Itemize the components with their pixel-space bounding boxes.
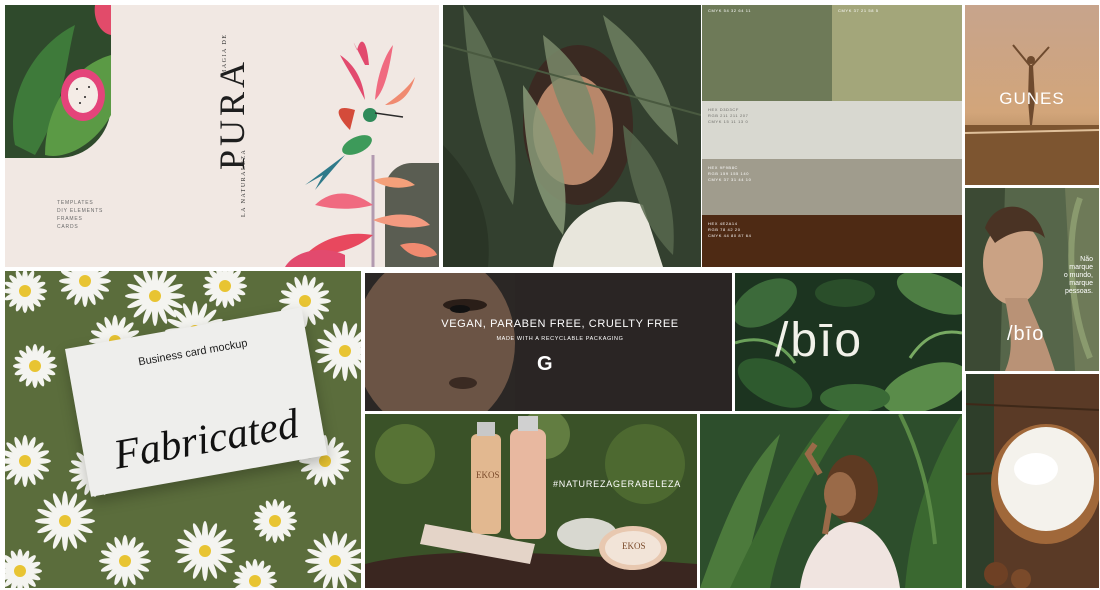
palm-portrait-image — [700, 414, 962, 588]
butter-bowl-image — [966, 374, 1099, 588]
palette-cmyk: CMYK 37 31 44 10 — [708, 177, 752, 182]
vegan-banner-tile[interactable]: VEGAN, PARABEN FREE, CRUELTY FREE MADE W… — [365, 273, 732, 411]
daisy-flower — [99, 535, 151, 587]
pura-list-item: FRAMES — [57, 216, 83, 222]
gunes-tile[interactable]: GUNES — [965, 5, 1099, 185]
pura-tile[interactable]: MAGIA DE PURA LA NATURALEZA TEMPLATES DI… — [5, 5, 439, 267]
daisy-flower — [253, 499, 297, 543]
palette-cmyk: CMYK 15 11 13 0 — [708, 119, 749, 124]
bio-logo: /bīo — [1007, 323, 1045, 345]
daisy-flower — [175, 521, 235, 581]
pura-list: TEMPLATES DIY ELEMENTS FRAMES CARDS — [57, 199, 103, 231]
daisy-flower — [203, 271, 247, 308]
pura-vertical-bottom: LA NATURALEZA — [241, 148, 247, 217]
daisy-flower — [305, 531, 361, 588]
bio-quote-line: o mundo, — [1063, 272, 1093, 279]
butter-bowl-tile[interactable] — [966, 374, 1099, 588]
bio-quote-line: pessoas. — [1064, 288, 1093, 295]
palette-swatch-brown: HEX 4E2A14 RGB 78 42 20 CMYK 44 80 87 64 — [702, 215, 962, 267]
palette-swatch-olive: CMYK 37 21 58 5 — [832, 5, 962, 101]
bio-quote-line: marque — [1069, 264, 1093, 271]
leaves-portrait-photo[interactable] — [443, 5, 701, 267]
palette-swatch-green: CMYK 54 32 64 11 — [702, 5, 832, 101]
ekos-products-tile[interactable]: #NATUREZAGERABELEZA EKOS EKOS — [365, 414, 697, 588]
pura-list-item: CARDS — [57, 224, 79, 230]
business-card-mockup-tile[interactable]: Business card mockup Fabricated — [5, 271, 361, 588]
bio-quote-line: Não — [1080, 256, 1093, 263]
vegan-headline: VEGAN, PARABEN FREE, CRUELTY FREE — [441, 318, 679, 330]
vegan-subline: MADE WITH A RECYCLABLE PACKAGING — [496, 336, 624, 342]
color-palette-tile[interactable]: CMYK 54 32 64 11 CMYK 37 21 58 5 HEX D3D… — [702, 5, 962, 267]
bio-portrait-tile[interactable]: Não marque o mundo, marque pessoas. /bīo — [965, 188, 1099, 371]
gunes-title: GUNES — [999, 89, 1065, 108]
ekos-jar-brand: EKOS — [622, 541, 646, 551]
daisy-flower — [5, 271, 47, 313]
daisy-flower — [5, 549, 42, 588]
palette-swatch-taupe: HEX 9F9B8C RGB 159 155 140 CMYK 37 31 44… — [702, 159, 962, 215]
daisy-flower — [5, 435, 51, 487]
daisy-flower — [59, 271, 111, 307]
palette-cmyk-label: CMYK 37 21 58 5 — [838, 8, 879, 13]
daisy-flower — [125, 271, 185, 326]
palette-cmyk-label: CMYK 54 32 64 11 — [708, 8, 752, 13]
daisy-flower — [13, 344, 57, 388]
bio-quote-line: marque — [1069, 280, 1093, 287]
ekos-brand: EKOS — [476, 470, 500, 480]
vegan-face-image — [365, 273, 732, 411]
daisy-flower — [233, 559, 277, 588]
bio-leaves-logo: /bīo — [775, 314, 864, 367]
daisy-flower — [315, 321, 361, 381]
pura-list-item: DIY ELEMENTS — [57, 208, 104, 214]
daisy-flower — [35, 491, 95, 551]
bio-leaves-tile[interactable]: /bīo — [735, 273, 962, 411]
palm-portrait-tile[interactable] — [700, 414, 962, 588]
vegan-logo: G — [537, 353, 553, 375]
palette-swatch-light: HEX D3D3CF RGB 211 211 207 CMYK 15 11 13… — [702, 101, 962, 159]
leaves-portrait-image — [443, 5, 701, 267]
card-caption: Business card mockup — [137, 337, 249, 369]
ekos-hashtag: #NATUREZAGERABELEZA — [553, 479, 682, 489]
pura-list-item: TEMPLATES — [57, 200, 94, 206]
bio-quote: Não marque o mundo, marque pessoas. — [1064, 256, 1093, 296]
palette-cmyk: CMYK 44 80 87 64 — [708, 233, 752, 238]
ekos-products-image — [365, 414, 697, 588]
